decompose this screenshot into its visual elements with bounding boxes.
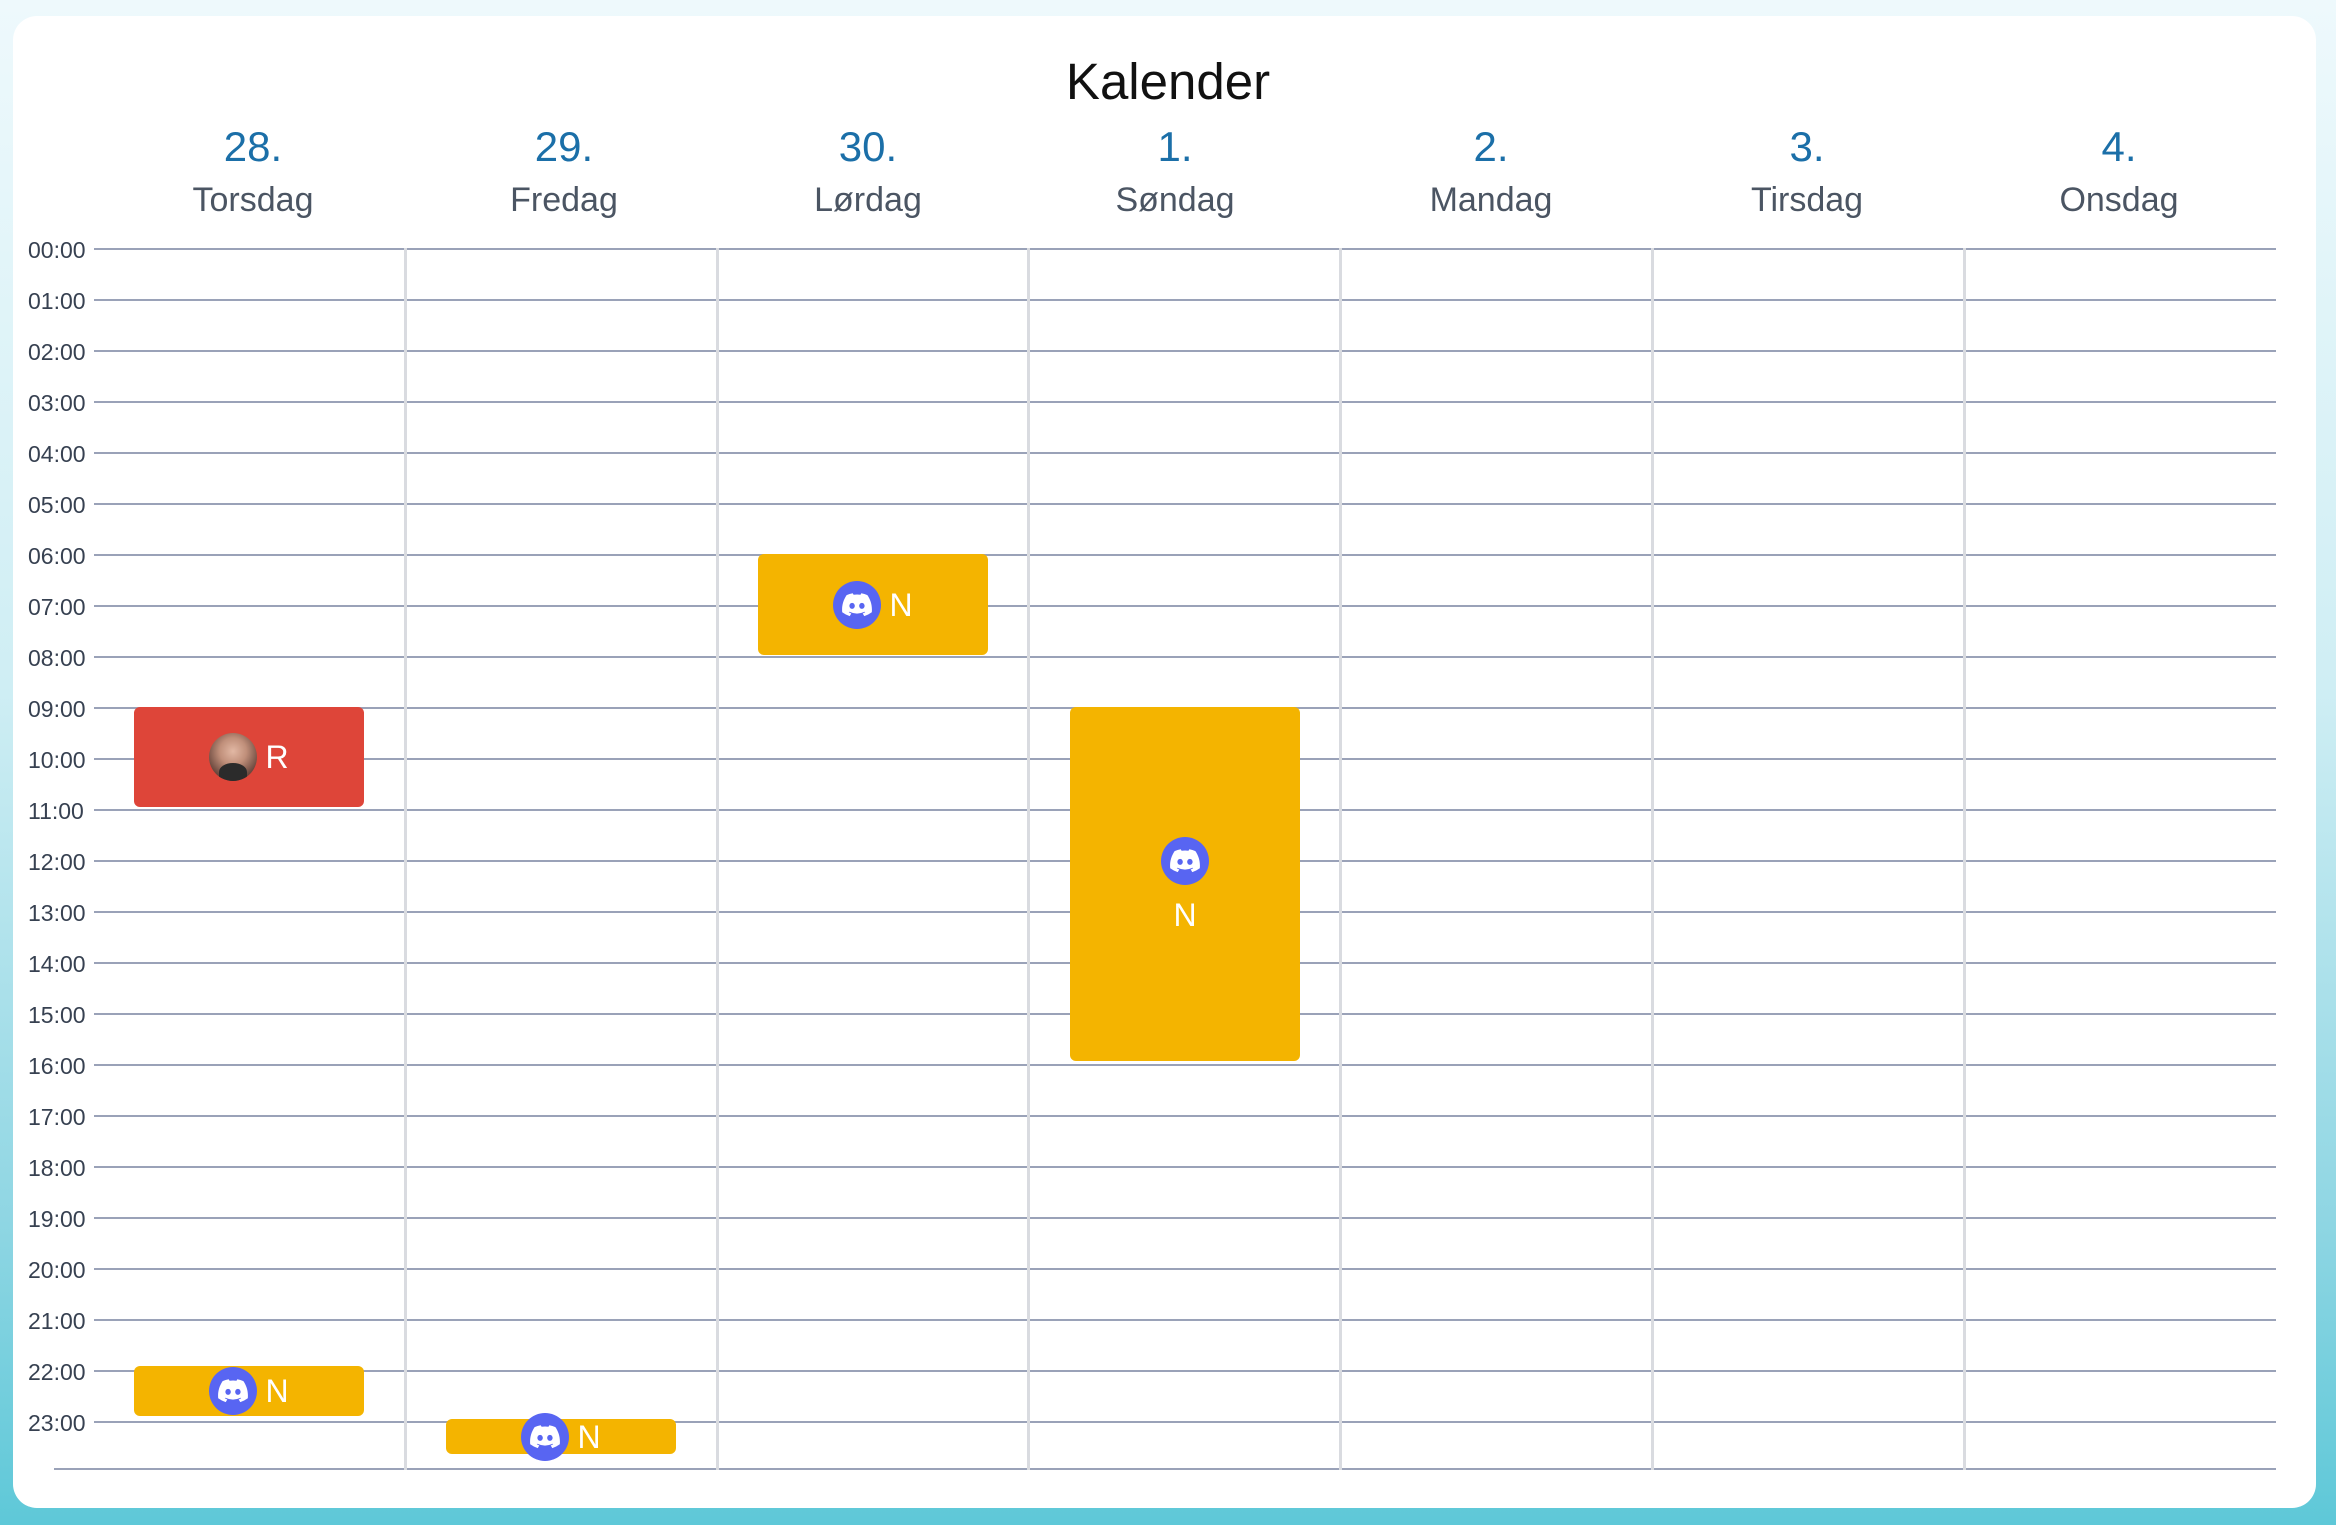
day-number: 3. xyxy=(1789,123,1825,170)
hour-label: 08:00 xyxy=(28,645,86,671)
hour-line xyxy=(94,554,2276,556)
day-number: 28. xyxy=(223,123,283,170)
event-initial: N xyxy=(577,1418,601,1455)
hour-label: 22:00 xyxy=(28,1359,86,1385)
hour-line xyxy=(94,1319,2276,1321)
day-number: 2. xyxy=(1473,123,1509,170)
hour-line xyxy=(94,1217,2276,1219)
hour-line xyxy=(94,1115,2276,1117)
day-name: Torsdag xyxy=(192,181,314,219)
hour-label: 12:00 xyxy=(28,849,86,875)
hour-line xyxy=(94,299,2276,301)
hour-label: 05:00 xyxy=(28,492,86,518)
column-separator xyxy=(716,248,719,1470)
hour-label: 06:00 xyxy=(28,543,86,569)
discord-icon xyxy=(1161,837,1209,885)
day-number: 29. xyxy=(534,123,594,170)
discord-icon xyxy=(521,1412,570,1461)
hour-line xyxy=(94,1370,2276,1372)
event-block[interactable]: N xyxy=(758,554,988,655)
hour-line xyxy=(94,401,2276,403)
day-number: 30. xyxy=(838,123,898,170)
column-separator xyxy=(1963,248,1966,1470)
column-separator xyxy=(1339,248,1342,1470)
hour-line xyxy=(94,452,2276,454)
column-separator xyxy=(1651,248,1654,1470)
hour-line xyxy=(94,350,2276,352)
hour-label: 07:00 xyxy=(28,594,86,620)
hour-label: 18:00 xyxy=(28,1155,86,1181)
hour-line xyxy=(94,605,2276,607)
day-name: Fredag xyxy=(510,181,618,219)
hour-label: 02:00 xyxy=(28,339,86,365)
day-name: Mandag xyxy=(1429,181,1553,219)
hour-label: 14:00 xyxy=(28,951,86,977)
hour-label: 21:00 xyxy=(28,1308,86,1334)
hour-line xyxy=(94,656,2276,658)
hour-label: 16:00 xyxy=(28,1053,86,1079)
event-block[interactable]: R xyxy=(134,707,364,807)
hour-label: 01:00 xyxy=(28,288,86,314)
event-initial: N xyxy=(1173,897,1197,933)
hour-line xyxy=(94,248,2276,250)
hour-line xyxy=(94,1421,2276,1423)
hour-label: 03:00 xyxy=(28,390,86,416)
user-avatar xyxy=(209,733,258,781)
hour-label: 04:00 xyxy=(28,441,86,467)
day-name: Søndag xyxy=(1115,181,1235,219)
discord-icon xyxy=(833,580,882,629)
hour-line xyxy=(94,503,2276,505)
hour-label: 19:00 xyxy=(28,1206,86,1232)
discord-icon xyxy=(209,1367,258,1415)
event-initial: N xyxy=(265,1373,289,1409)
hour-label: 00:00 xyxy=(28,237,86,263)
column-separator xyxy=(1027,248,1030,1470)
hour-line xyxy=(94,1268,2276,1270)
hour-label: 23:00 xyxy=(28,1410,86,1436)
event-block[interactable]: N xyxy=(134,1366,364,1416)
hour-line xyxy=(94,1064,2276,1066)
hour-label: 20:00 xyxy=(28,1257,86,1283)
column-separator xyxy=(404,248,407,1470)
day-name: Onsdag xyxy=(2059,181,2179,219)
day-name: Lørdag xyxy=(814,181,922,219)
calendar-title: Kalender xyxy=(1065,53,1271,110)
hour-label: 09:00 xyxy=(28,696,86,722)
day-number: 4. xyxy=(2101,123,2137,170)
event-block[interactable]: N xyxy=(1070,707,1300,1061)
hour-label: 11:00 xyxy=(28,798,84,824)
event-initial: N xyxy=(889,586,913,623)
event-initial: R xyxy=(265,739,289,775)
hour-label: 17:00 xyxy=(28,1104,86,1130)
hour-line xyxy=(94,1166,2276,1168)
day-number: 1. xyxy=(1157,123,1193,170)
hour-label: 13:00 xyxy=(28,900,86,926)
event-block[interactable]: N xyxy=(446,1412,676,1461)
grid-bottom-line xyxy=(54,1468,2276,1470)
hour-label: 10:00 xyxy=(28,747,86,773)
day-name: Tirsdag xyxy=(1750,181,1864,219)
hour-label: 15:00 xyxy=(28,1002,86,1028)
